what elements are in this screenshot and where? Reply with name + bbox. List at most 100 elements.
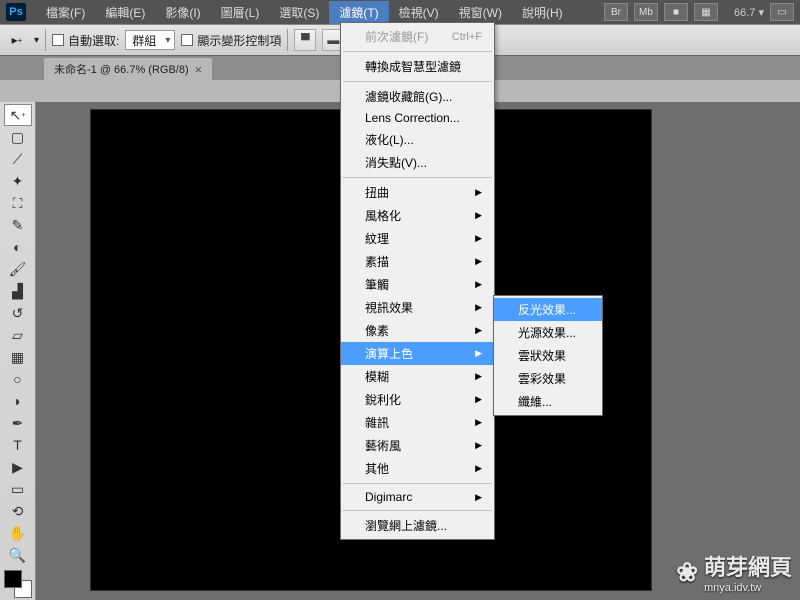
- divider: [287, 29, 288, 51]
- 3d-tool[interactable]: ⟲: [4, 500, 32, 522]
- minibridge-button[interactable]: Mb: [634, 3, 658, 21]
- frame-button[interactable]: ▭: [770, 3, 794, 21]
- menu-image[interactable]: 影像(I): [155, 1, 210, 24]
- chevron-right-icon: ▶: [475, 371, 482, 382]
- menu-vanishing-point[interactable]: 消失點(V)...: [341, 151, 494, 174]
- blur-tool[interactable]: ○: [4, 368, 32, 390]
- chevron-right-icon: ▶: [475, 417, 482, 428]
- foreground-color-swatch[interactable]: [4, 570, 22, 588]
- menu-lens-correction[interactable]: Lens Correction...: [341, 108, 494, 128]
- type-tool[interactable]: T: [4, 434, 32, 456]
- menu-digimarc[interactable]: Digimarc▶: [341, 487, 494, 507]
- menu-window[interactable]: 視窗(W): [449, 1, 512, 24]
- menu-last-filter: 前次濾鏡(F)Ctrl+F: [341, 25, 494, 48]
- menu-render[interactable]: 演算上色▶: [341, 342, 494, 365]
- menu-other[interactable]: 其他▶: [341, 457, 494, 480]
- submenu-lens-flare[interactable]: 反光效果...: [494, 298, 602, 321]
- menu-file[interactable]: 檔案(F): [36, 1, 95, 24]
- lasso-tool[interactable]: ⟋: [4, 148, 32, 170]
- divider: [45, 29, 46, 51]
- menu-liquify[interactable]: 液化(L)...: [341, 128, 494, 151]
- menu-view[interactable]: 檢視(V): [389, 1, 449, 24]
- menu-distort[interactable]: 扭曲▶: [341, 181, 494, 204]
- separator: [343, 51, 492, 52]
- menu-noise[interactable]: 雜訊▶: [341, 411, 494, 434]
- bridge-button[interactable]: Br: [604, 3, 628, 21]
- menu-texture[interactable]: 紋理▶: [341, 227, 494, 250]
- app-logo: Ps: [6, 3, 26, 21]
- move-tool-icon: ▸+: [6, 29, 28, 51]
- menu-edit[interactable]: 編輯(E): [95, 1, 155, 24]
- gradient-tool[interactable]: ▦: [4, 346, 32, 368]
- separator: [343, 177, 492, 178]
- watermark-text: 萌芽網頁: [704, 555, 792, 580]
- chevron-right-icon: ▶: [475, 256, 482, 267]
- brush-tool[interactable]: 🖌: [4, 258, 32, 280]
- close-icon[interactable]: ×: [195, 62, 203, 77]
- titlebar-right: Br Mb ■ ▦ 66.7 ▾ ▭: [604, 3, 794, 21]
- watermark: ❀ 萌芽網頁 mnya.idv.tw: [676, 550, 792, 594]
- menu-stylize[interactable]: 風格化▶: [341, 204, 494, 227]
- document-tab[interactable]: 未命名-1 @ 66.7% (RGB/8) ×: [44, 58, 212, 80]
- separator: [343, 483, 492, 484]
- menu-layer[interactable]: 圖層(L): [211, 1, 270, 24]
- eraser-tool[interactable]: ▱: [4, 324, 32, 346]
- menu-artistic[interactable]: 藝術風▶: [341, 434, 494, 457]
- submenu-fibers[interactable]: 纖維...: [494, 390, 602, 413]
- chevron-right-icon: ▶: [475, 394, 482, 405]
- color-swatches[interactable]: [4, 570, 32, 598]
- chevron-right-icon: ▶: [475, 492, 482, 503]
- hand-tool[interactable]: ✋: [4, 522, 32, 544]
- menu-convert-smart-filters[interactable]: 轉換成智慧型濾鏡: [341, 55, 494, 78]
- menu-pixelate[interactable]: 像素▶: [341, 319, 494, 342]
- shape-tool[interactable]: ▭: [4, 478, 32, 500]
- separator: [343, 81, 492, 82]
- submenu-lighting-effects[interactable]: 光源效果...: [494, 321, 602, 344]
- submenu-clouds[interactable]: 雲狀效果: [494, 344, 602, 367]
- menu-blur[interactable]: 模糊▶: [341, 365, 494, 388]
- history-brush-tool[interactable]: ↺: [4, 302, 32, 324]
- path-selection-tool[interactable]: ▶: [4, 456, 32, 478]
- clone-stamp-tool[interactable]: ▟: [4, 280, 32, 302]
- zoom-level[interactable]: 66.7 ▾: [734, 6, 764, 19]
- eyedropper-tool[interactable]: ✎: [4, 214, 32, 236]
- dodge-tool[interactable]: ◗: [4, 390, 32, 412]
- menu-bar: 檔案(F) 編輯(E) 影像(I) 圖層(L) 選取(S) 濾鏡(T) 檢視(V…: [32, 1, 577, 24]
- menu-sketch[interactable]: 素描▶: [341, 250, 494, 273]
- menu-video[interactable]: 視訊效果▶: [341, 296, 494, 319]
- chevron-right-icon: ▶: [475, 210, 482, 221]
- document-title: 未命名-1 @ 66.7% (RGB/8): [54, 61, 189, 77]
- align-top-icon[interactable]: ▀: [294, 29, 316, 51]
- healing-brush-tool[interactable]: ◐: [4, 236, 32, 258]
- crop-tool[interactable]: ⛶: [4, 192, 32, 214]
- submenu-difference-clouds[interactable]: 雲彩效果: [494, 367, 602, 390]
- chevron-right-icon: ▶: [475, 279, 482, 290]
- chevron-right-icon: ▶: [475, 325, 482, 336]
- show-transform-checkbox[interactable]: 顯示變形控制項: [181, 32, 281, 49]
- menu-filter-gallery[interactable]: 濾鏡收藏館(G)...: [341, 85, 494, 108]
- auto-select-checkbox[interactable]: 自動選取:: [52, 32, 119, 49]
- marquee-tool[interactable]: ▢: [4, 126, 32, 148]
- zoom-tool[interactable]: 🔍: [4, 544, 32, 566]
- screenmode-button[interactable]: ■: [664, 3, 688, 21]
- menu-browse-online-filters[interactable]: 瀏覽網上濾鏡...: [341, 514, 494, 537]
- title-bar: Ps 檔案(F) 編輯(E) 影像(I) 圖層(L) 選取(S) 濾鏡(T) 檢…: [0, 0, 800, 24]
- menu-filter[interactable]: 濾鏡(T): [329, 1, 388, 24]
- magic-wand-tool[interactable]: ✦: [4, 170, 32, 192]
- menu-help[interactable]: 說明(H): [512, 1, 573, 24]
- pen-tool[interactable]: ✒: [4, 412, 32, 434]
- arrangement-button[interactable]: ▦: [694, 3, 718, 21]
- render-submenu: 反光效果... 光源效果... 雲狀效果 雲彩效果 纖維...: [493, 295, 603, 416]
- auto-select-dropdown[interactable]: 群組: [125, 30, 175, 50]
- separator: [343, 510, 492, 511]
- chevron-right-icon: ▶: [475, 348, 482, 359]
- menu-brush-strokes[interactable]: 筆觸▶: [341, 273, 494, 296]
- menu-sharpen[interactable]: 銳利化▶: [341, 388, 494, 411]
- menu-select[interactable]: 選取(S): [269, 1, 329, 24]
- chevron-right-icon: ▶: [475, 440, 482, 451]
- tree-icon: ❀: [676, 557, 698, 588]
- toolbox: ↖+ ▢ ⟋ ✦ ⛶ ✎ ◐ 🖌 ▟ ↺ ▱ ▦ ○ ◗ ✒ T ▶ ▭ ⟲ ✋…: [0, 102, 36, 600]
- chevron-down-icon: ▾: [34, 35, 39, 46]
- chevron-down-icon: ▾: [758, 7, 764, 19]
- move-tool[interactable]: ↖+: [4, 104, 32, 126]
